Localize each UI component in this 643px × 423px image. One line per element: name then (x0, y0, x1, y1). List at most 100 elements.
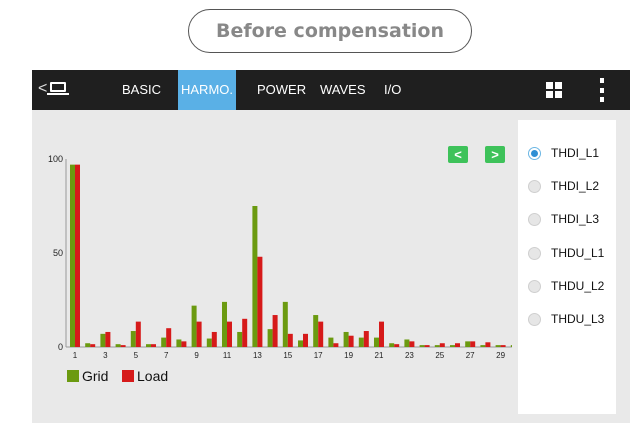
caption: Before compensation (188, 9, 472, 53)
x-tick-label: 9 (194, 351, 199, 360)
grid-bar-19 (343, 331, 349, 347)
grid-bar-15 (282, 301, 288, 347)
grid-bar-3 (100, 333, 106, 347)
load-bar-2 (90, 344, 96, 347)
grid-bar-26 (450, 345, 455, 347)
x-tick-label: 23 (405, 351, 414, 360)
load-bar-12 (242, 318, 248, 347)
grid-bar-21 (374, 337, 379, 347)
grid-bar-1 (70, 164, 75, 347)
option-thdu-l2[interactable]: THDU_L2 (528, 279, 604, 293)
grid-bar-25 (434, 345, 440, 347)
grid-bar-29 (495, 345, 501, 347)
x-tick-label: 27 (466, 351, 475, 360)
radio-icon[interactable] (528, 246, 541, 260)
y-tick-label: 100 (48, 154, 63, 164)
option-thdi-l2[interactable]: THDI_L2 (528, 179, 599, 193)
load-bar-29 (500, 345, 506, 347)
grid-bar-8 (176, 339, 182, 347)
grid-bar-30 (510, 345, 512, 347)
load-bar-26 (455, 343, 460, 347)
channel-selector: THDI_L1 THDI_L2 THDI_L3 THDU_L1 THDU_L2 … (518, 120, 616, 414)
load-bar-5 (135, 321, 141, 347)
x-tick-label: 15 (283, 351, 292, 360)
legend-grid-label: Grid (82, 368, 109, 384)
grid-bar-27 (465, 341, 471, 347)
load-bar-15 (287, 333, 293, 347)
radio-icon[interactable] (528, 312, 541, 326)
option-label: THDU_L2 (551, 279, 605, 293)
grid-bar-6 (146, 344, 151, 347)
tab-io[interactable]: I/O (384, 70, 401, 110)
next-page-button[interactable]: > (485, 146, 505, 163)
tab-basic[interactable]: BASIC (122, 70, 161, 110)
load-bar-11 (227, 321, 232, 347)
load-bar-16 (303, 333, 308, 347)
radio-icon[interactable] (528, 179, 541, 193)
harmonic-chart: 0501001 3 5 7 9 11 13 15 17 19 21 23 25 27 29 (48, 154, 512, 360)
toolbar: < BASIC HARMO. POWER WAVES I/O (32, 70, 630, 110)
load-bar-17 (318, 321, 324, 347)
load-bar-21 (379, 321, 384, 347)
option-thdi-l3[interactable]: THDI_L3 (528, 212, 599, 226)
grid-bar-16 (298, 340, 303, 347)
grid-bar-10 (206, 338, 212, 347)
x-tick-label: 1 (73, 351, 78, 360)
grid-bar-5 (130, 331, 136, 347)
more-vert-icon[interactable] (600, 78, 604, 102)
load-bar-27 (470, 341, 476, 347)
legend-load: Load (122, 368, 168, 384)
option-thdu-l1[interactable]: THDU_L1 (528, 246, 604, 260)
legend-grid: Grid (67, 368, 108, 384)
tab-harmo[interactable]: HARMO. (178, 70, 236, 110)
grid-bar-7 (161, 337, 167, 347)
option-label: THDI_L3 (551, 212, 600, 226)
option-label: THDU_L3 (551, 312, 605, 326)
x-tick-label: 21 (375, 351, 384, 360)
option-label: THDI_L1 (551, 146, 600, 160)
grid-bar-22 (389, 343, 395, 347)
load-bar-6 (151, 344, 156, 347)
load-bar-9 (196, 321, 202, 347)
load-bar-8 (181, 341, 187, 347)
grid-bar-17 (313, 315, 319, 347)
load-bar-13 (257, 256, 263, 347)
grid-view-icon[interactable] (546, 82, 562, 98)
load-bar-3 (105, 331, 111, 347)
x-tick-label: 13 (253, 351, 262, 360)
back-arrow-icon[interactable]: < (38, 79, 47, 99)
load-bar-24 (424, 345, 430, 347)
x-tick-label: 7 (164, 351, 169, 360)
option-thdi-l1[interactable]: THDI_L1 (528, 146, 599, 160)
legend-load-label: Load (137, 368, 169, 384)
laptop-icon[interactable] (47, 82, 69, 95)
x-tick-label: 3 (103, 351, 108, 360)
load-bar-18 (333, 343, 339, 347)
x-tick-label: 17 (314, 351, 323, 360)
load-bar-28 (485, 342, 491, 347)
grid-bar-2 (85, 343, 91, 347)
legend-load-swatch (122, 370, 134, 382)
load-bar-19 (348, 335, 354, 347)
radio-selected-icon[interactable] (528, 146, 541, 160)
load-bar-4 (120, 345, 126, 347)
load-bar-14 (272, 315, 278, 347)
option-thdu-l3[interactable]: THDU_L3 (528, 312, 604, 326)
x-tick-label: 11 (223, 351, 232, 360)
option-label: THDI_L2 (551, 179, 600, 193)
grid-bar-18 (328, 337, 334, 347)
tab-power[interactable]: POWER (257, 70, 306, 110)
load-bar-23 (409, 341, 415, 347)
radio-icon[interactable] (528, 279, 541, 293)
tab-waves[interactable]: WAVES (320, 70, 366, 110)
grid-bar-28 (480, 345, 486, 347)
prev-page-button[interactable]: < (448, 146, 468, 163)
grid-bar-23 (404, 339, 410, 347)
x-tick-label: 19 (344, 351, 353, 360)
x-tick-label: 29 (496, 351, 505, 360)
legend-grid-swatch (67, 370, 79, 382)
radio-icon[interactable] (528, 212, 541, 226)
load-bar-1 (75, 164, 80, 347)
x-tick-label: 5 (134, 351, 139, 360)
grid-bar-24 (419, 345, 425, 347)
